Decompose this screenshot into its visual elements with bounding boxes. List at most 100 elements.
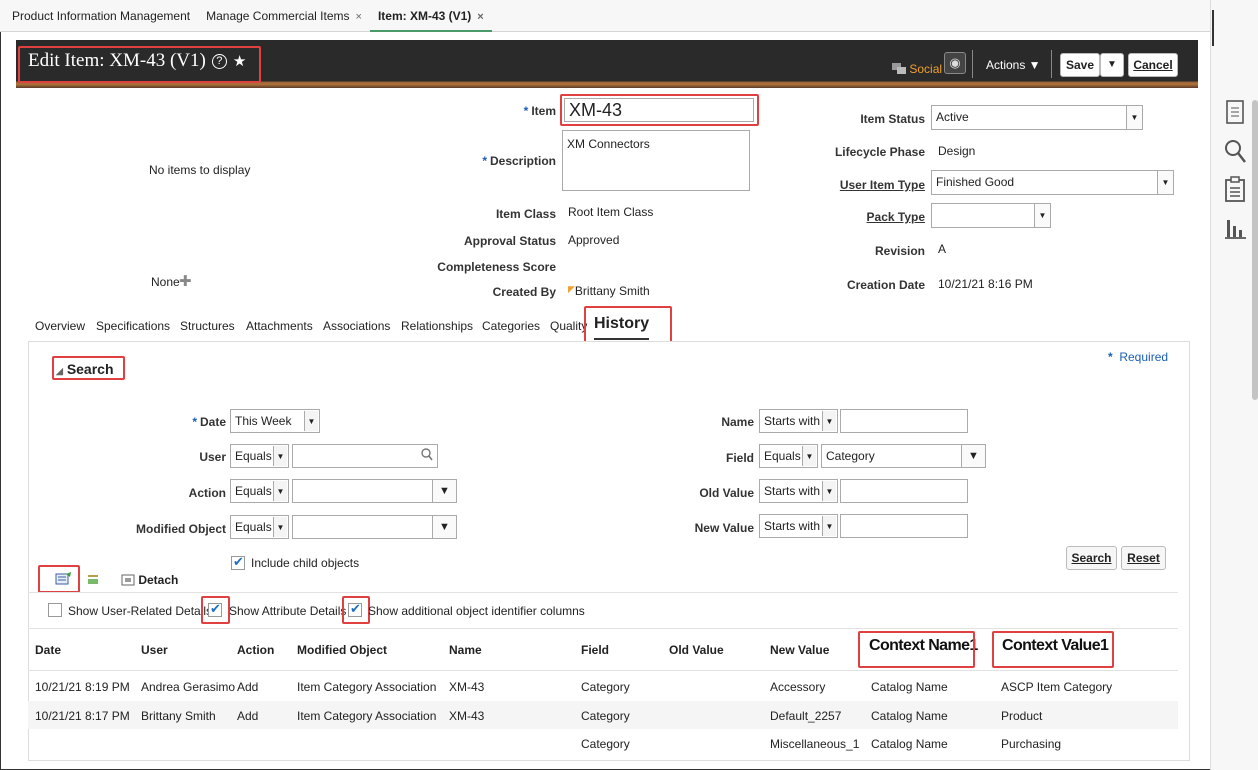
cell-new-value: Miscellaneous_1 (770, 737, 860, 751)
creation-date-label: Creation Date (846, 278, 925, 292)
show-additional-columns-checkbox[interactable] (348, 601, 362, 617)
export-icon[interactable] (54, 572, 72, 589)
search-section-header[interactable]: ◢ Search (56, 361, 114, 377)
tab-specifications[interactable]: Specifications (96, 319, 170, 333)
close-icon[interactable]: × (356, 11, 362, 23)
field-value-select[interactable]: Category ▼ (821, 444, 986, 468)
action-value-select[interactable]: ▼ (292, 479, 457, 503)
approval-status-label: Approval Status (463, 234, 556, 248)
user-input[interactable] (292, 444, 438, 468)
cell-date: 10/21/21 8:17 PM (35, 709, 130, 723)
tab-label: Product Information Management (12, 9, 191, 23)
user-operator-select[interactable]: Equals ▼ (230, 444, 289, 468)
cell-modified-object: Item Category Association (297, 709, 437, 723)
select-value: Active (936, 110, 969, 124)
actions-menu[interactable]: Actions ▼ (986, 58, 1041, 72)
old-value-input[interactable] (840, 479, 968, 503)
divider (28, 670, 1178, 671)
user-item-type-label: User Item Type (839, 178, 925, 192)
freeze-icon[interactable] (87, 573, 99, 588)
select-value: This Week (235, 414, 292, 428)
column-header-old-value[interactable]: Old Value (669, 643, 724, 657)
column-header-context-value1[interactable]: Context Value1 (1002, 637, 1109, 655)
name-input[interactable] (840, 409, 968, 433)
show-attribute-details-checkbox[interactable] (208, 601, 222, 617)
select-value: Starts with (764, 519, 821, 533)
description-textarea[interactable]: XM Connectors (562, 130, 750, 191)
search-icon[interactable] (421, 445, 433, 467)
close-icon[interactable]: × (477, 11, 483, 23)
new-value-input[interactable] (840, 514, 968, 538)
cell-new-value: Accessory (770, 680, 826, 694)
detach-button[interactable]: Detach (121, 573, 178, 587)
tab-quality[interactable]: Quality (550, 319, 587, 333)
collapse-icon: ◢ (56, 366, 63, 376)
search-icon[interactable] (1223, 138, 1247, 164)
pack-type-select[interactable]: ▼ (931, 203, 1051, 228)
required-note: * Required (1108, 350, 1168, 364)
field-label: Field (725, 451, 754, 465)
social-link[interactable]: Social (892, 62, 942, 76)
cell-field: Category (581, 737, 630, 751)
chevron-down-icon: ▼ (822, 481, 836, 501)
scrollbar[interactable] (1252, 100, 1258, 400)
item-input[interactable]: XM-43 (564, 98, 754, 122)
modified-object-operator-select[interactable]: Equals ▼ (230, 515, 289, 539)
action-operator-select[interactable]: Equals ▼ (230, 479, 289, 503)
globe-icon[interactable]: ◉ (944, 52, 966, 74)
tab-attachments[interactable]: Attachments (246, 319, 313, 333)
star-icon[interactable]: ★ (233, 54, 246, 70)
tab-item-xm43[interactable]: Item: XM-43 (V1) × (369, 0, 492, 32)
column-header-action[interactable]: Action (237, 643, 274, 657)
tab-structures[interactable]: Structures (180, 319, 235, 333)
tab-pim[interactable]: Product Information Management (0, 0, 198, 32)
new-value-operator-select[interactable]: Starts with ▼ (759, 514, 838, 538)
clipboard-icon[interactable] (1223, 176, 1247, 202)
column-header-name[interactable]: Name (449, 643, 482, 657)
tab-associations[interactable]: Associations (323, 319, 390, 333)
column-header-user[interactable]: User (141, 643, 168, 657)
item-status-select[interactable]: Active ▼ (931, 105, 1143, 130)
column-header-date[interactable]: Date (35, 643, 61, 657)
search-button[interactable]: Search (1066, 546, 1117, 570)
column-header-modified-object[interactable]: Modified Object (297, 643, 387, 657)
save-button[interactable]: Save (1060, 53, 1100, 77)
user-item-type-select[interactable]: Finished Good ▼ (931, 170, 1174, 195)
tab-label: Item: XM-43 (V1) (377, 9, 472, 23)
tab-relationships[interactable]: Relationships (401, 319, 473, 333)
select-value: Finished Good (936, 175, 1015, 189)
field-operator-select[interactable]: Equals ▼ (759, 444, 818, 468)
show-user-details-checkbox[interactable] (48, 603, 62, 617)
column-header-context-name1[interactable]: Context Name1 (869, 637, 978, 655)
required-mark: * (482, 154, 487, 168)
tab-overview[interactable]: Overview (35, 319, 85, 333)
name-operator-select[interactable]: Starts with ▼ (759, 409, 838, 433)
column-header-field[interactable]: Field (581, 643, 609, 657)
save-menu-button[interactable]: ▼ (1100, 53, 1124, 77)
document-icon[interactable] (1223, 100, 1247, 126)
include-child-checkbox[interactable] (231, 554, 245, 570)
item-label: * Item (500, 104, 556, 118)
chevron-down-icon: ▼ (1034, 204, 1050, 227)
help-icon[interactable]: ? (211, 54, 227, 69)
old-value-operator-select[interactable]: Starts with ▼ (759, 479, 838, 503)
select-value: Equals (235, 484, 272, 498)
select-value: Equals (235, 449, 272, 463)
modified-object-value-select[interactable]: ▼ (292, 515, 457, 539)
chevron-down-icon: ▼ (432, 516, 456, 538)
reset-button[interactable]: Reset (1121, 546, 1166, 570)
lifecycle-label: Lifecycle Phase (834, 145, 925, 159)
tab-manage-commercial-items[interactable]: Manage Commercial Items × (198, 0, 370, 32)
required-mark: * (523, 104, 529, 118)
cancel-button[interactable]: Cancel (1128, 53, 1178, 77)
tab-categories[interactable]: Categories (482, 319, 540, 333)
add-icon[interactable]: ✚ (179, 272, 192, 290)
column-header-new-value[interactable]: New Value (770, 643, 829, 657)
bar-chart-icon[interactable] (1223, 214, 1247, 240)
tab-history[interactable]: History (594, 315, 650, 340)
date-select[interactable]: This Week ▼ (230, 409, 320, 433)
created-by-value: ◤Brittany Smith (568, 284, 650, 298)
cell-context-value: ASCP Item Category (1001, 680, 1113, 694)
include-child-label: Include child objects (251, 556, 360, 570)
none-label: None (151, 275, 180, 289)
